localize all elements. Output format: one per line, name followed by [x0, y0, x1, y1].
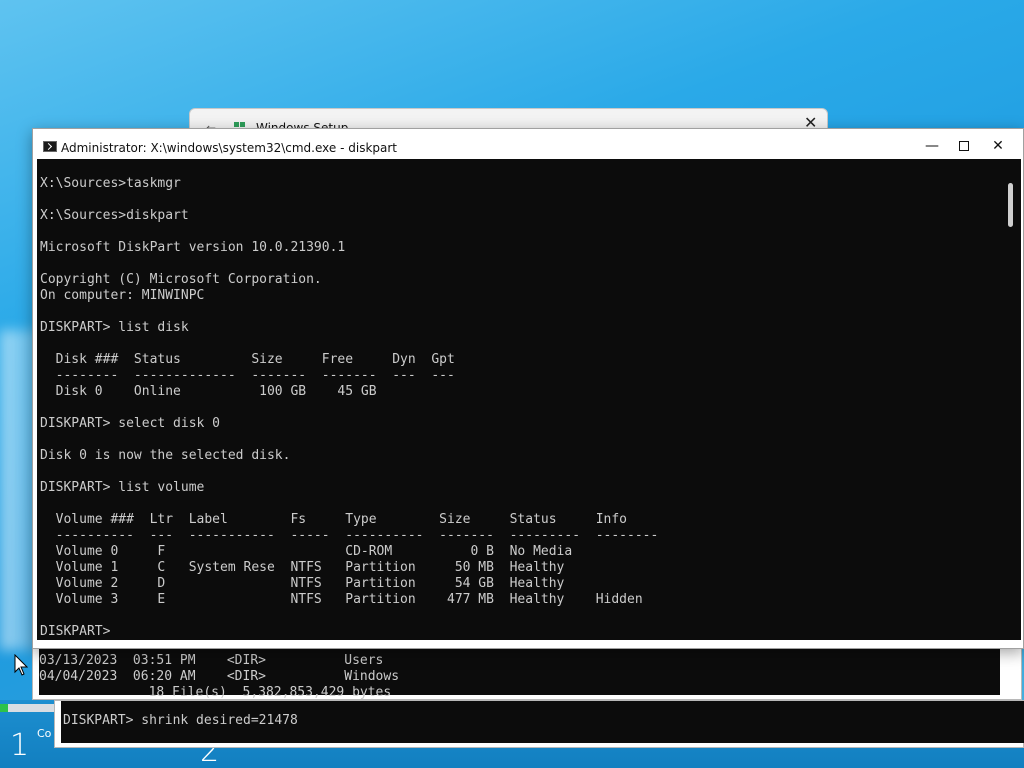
cmd-window[interactable]: Administrator: X:\windows\system32\cmd.e…	[32, 128, 1024, 649]
maximize-icon	[959, 141, 969, 151]
third-console-window[interactable]: DISKPART> shrink desired=21478	[54, 700, 1024, 748]
close-icon: ✕	[992, 138, 1004, 154]
third-console-terminal: DISKPART> shrink desired=21478	[61, 701, 1024, 743]
maximize-button[interactable]	[947, 135, 981, 157]
setup-step-1-label: Co	[37, 727, 52, 740]
close-button[interactable]: ✕	[981, 135, 1015, 157]
cmd-icon	[43, 141, 57, 152]
scrollbar-thumb[interactable]	[1008, 183, 1013, 227]
cmd-window-title: Administrator: X:\windows\system32\cmd.e…	[61, 141, 397, 155]
cmd-terminal[interactable]: X:\Sources>taskmgr X:\Sources>diskpart M…	[37, 159, 1000, 640]
background-console-window[interactable]: 03/13/2023 03:51 PM <DIR> Users 04/04/20…	[32, 640, 1022, 700]
progress-fill	[0, 704, 8, 712]
minimize-button[interactable]: —	[915, 135, 949, 157]
mouse-cursor-icon	[14, 654, 28, 676]
background-console-output: 03/13/2023 03:51 PM <DIR> Users 04/04/20…	[39, 653, 400, 700]
background-console-terminal: 03/13/2023 03:51 PM <DIR> Users 04/04/20…	[39, 647, 1000, 700]
vertical-scrollbar[interactable]	[1000, 159, 1021, 640]
cmd-titlebar[interactable]: Administrator: X:\windows\system32\cmd.e…	[33, 129, 1023, 159]
setup-step-1-number: 1	[10, 728, 30, 763]
terminal-output: X:\Sources>taskmgr X:\Sources>diskpart M…	[40, 176, 659, 639]
third-console-output: DISKPART> shrink desired=21478	[63, 713, 298, 728]
progress-strip	[0, 704, 60, 712]
minimize-icon: —	[925, 138, 939, 154]
